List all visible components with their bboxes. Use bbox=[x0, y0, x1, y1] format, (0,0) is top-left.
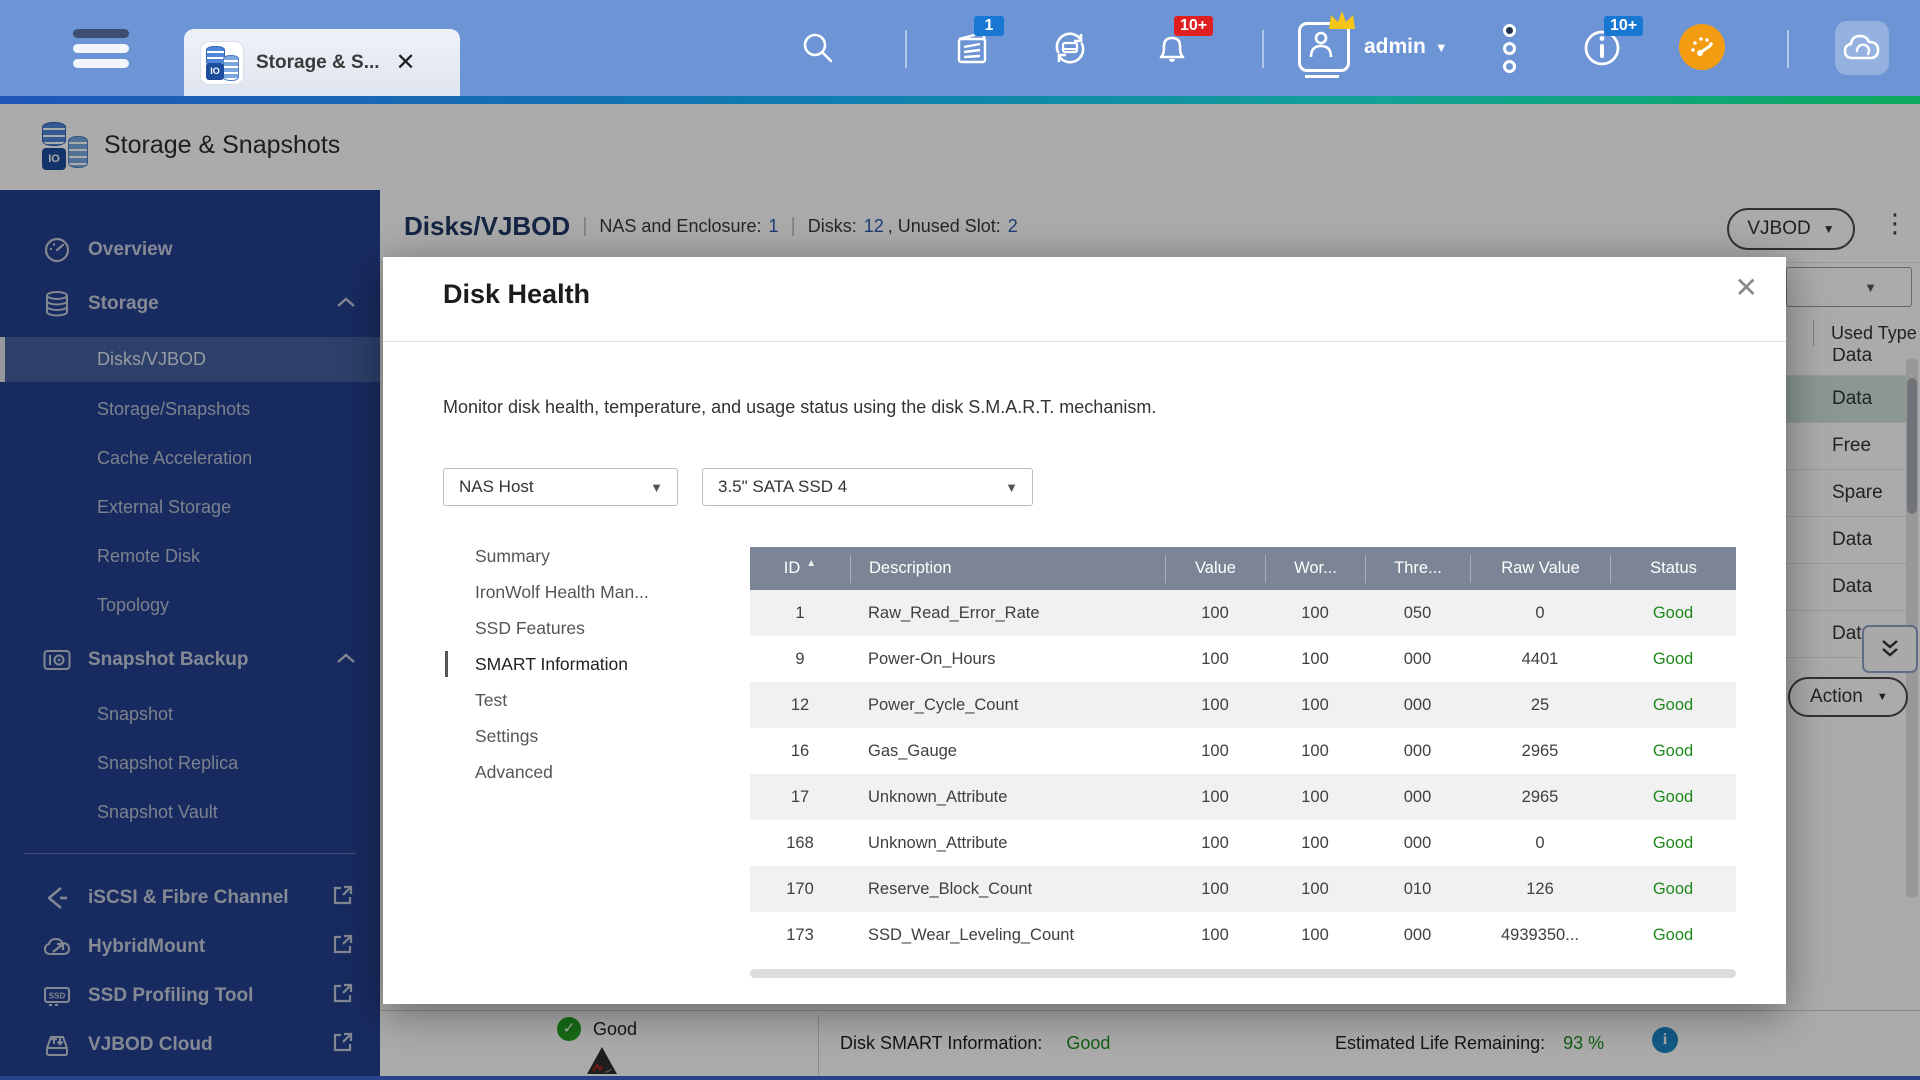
disk-select-dropdown[interactable]: 3.5" SATA SSD 4 ▼ bbox=[702, 468, 1033, 506]
main-menu-icon[interactable] bbox=[73, 29, 131, 69]
resource-monitor-icon[interactable] bbox=[1679, 24, 1725, 70]
chevron-down-icon: ▼ bbox=[1434, 39, 1448, 55]
system-info-icon[interactable]: 10+ bbox=[1578, 16, 1644, 72]
search-icon[interactable] bbox=[794, 24, 842, 72]
column-header-raw-value[interactable]: Raw Value bbox=[1470, 554, 1610, 583]
menu-item-ssd-features[interactable]: SSD Features bbox=[475, 610, 649, 646]
more-options-icon[interactable] bbox=[1496, 24, 1526, 74]
column-header-threshold[interactable]: Thre... bbox=[1365, 554, 1470, 583]
disk-health-dialog: Disk Health ✕ Monitor disk health, tempe… bbox=[383, 257, 1786, 1004]
topbar-divider bbox=[905, 30, 907, 68]
avatar bbox=[1298, 11, 1355, 78]
menu-item-test[interactable]: Test bbox=[475, 682, 649, 718]
menu-item-settings[interactable]: Settings bbox=[475, 718, 649, 754]
menu-item-ironwolf[interactable]: IronWolf Health Man... bbox=[475, 574, 649, 610]
user-menu[interactable]: admin ▼ bbox=[1298, 11, 1448, 78]
column-header-status[interactable]: Status bbox=[1610, 554, 1736, 583]
column-header-worst[interactable]: Wor... bbox=[1265, 554, 1365, 583]
notifications-bell-icon[interactable]: 10+ bbox=[1148, 16, 1214, 72]
column-header-description[interactable]: Description bbox=[850, 554, 1165, 583]
table-row[interactable]: 173 SSD_Wear_Leveling_Count 100 100 000 49393… bbox=[750, 912, 1736, 958]
table-row[interactable]: 168 Unknown_Attribute 100 100 000 0 Good bbox=[750, 820, 1736, 866]
table-row[interactable]: 12 Power_Cycle_Count 100 100 000 25 Good bbox=[750, 682, 1736, 728]
chevron-down-icon: ▼ bbox=[650, 479, 663, 495]
table-row[interactable]: 9 Power-On_Hours 100 100 000 4401 Good bbox=[750, 636, 1736, 682]
column-header-value[interactable]: Value bbox=[1165, 554, 1265, 583]
storage-app-icon: IO bbox=[200, 40, 244, 85]
tab-close-icon[interactable]: ✕ bbox=[396, 48, 416, 77]
dialog-title: Disk Health bbox=[443, 279, 591, 309]
brand-gradient-bar bbox=[0, 96, 1920, 104]
table-row[interactable]: 17 Unknown_Attribute 100 100 000 2965 Good bbox=[750, 774, 1736, 820]
table-row[interactable]: 16 Gas_Gauge 100 100 000 2965 Good bbox=[750, 728, 1736, 774]
topbar-divider bbox=[1787, 30, 1789, 68]
menu-item-advanced[interactable]: Advanced bbox=[475, 754, 649, 790]
dialog-description: Monitor disk health, temperature, and us… bbox=[443, 397, 1157, 417]
table-row[interactable]: 1 Raw_Read_Error_Rate 100 100 050 0 Good bbox=[750, 590, 1736, 636]
topbar-divider bbox=[1262, 30, 1264, 68]
sort-asc-icon: ▲ bbox=[806, 558, 817, 569]
dialog-side-menu: Summary IronWolf Health Man... SSD Featu… bbox=[445, 538, 649, 790]
table-header-row: ID ▲ Description Value Wor... Thre... Raw… bbox=[750, 547, 1736, 590]
sync-backup-icon[interactable] bbox=[1046, 24, 1094, 72]
table-row[interactable]: 170 Reserve_Block_Count 100 100 010 126 Good bbox=[750, 866, 1736, 912]
system-info-badge: 10+ bbox=[1604, 16, 1644, 36]
tab-title: Storage & S... bbox=[256, 51, 380, 73]
username: admin bbox=[1364, 35, 1426, 58]
notifications-badge: 10+ bbox=[1174, 16, 1214, 36]
qnap-app-window: IO Storage & S... ✕ 1 10+ admin ▼ 10+ IO… bbox=[0, 0, 1920, 1080]
menu-item-smart-information[interactable]: SMART Information bbox=[445, 646, 649, 682]
background-tasks-icon[interactable]: 1 bbox=[948, 16, 1004, 72]
dialog-close-icon[interactable]: ✕ bbox=[1735, 271, 1758, 304]
admin-crown-icon bbox=[1327, 9, 1357, 36]
tab-storage-snapshots[interactable]: IO Storage & S... ✕ bbox=[184, 29, 460, 96]
top-bar: IO Storage & S... ✕ 1 10+ admin ▼ 10+ bbox=[0, 0, 1920, 96]
column-header-id[interactable]: ID ▲ bbox=[750, 555, 850, 583]
host-select-dropdown[interactable]: NAS Host ▼ bbox=[443, 468, 678, 506]
chevron-down-icon: ▼ bbox=[1005, 479, 1018, 495]
table-horizontal-scrollbar[interactable] bbox=[750, 969, 1736, 978]
menu-item-summary[interactable]: Summary bbox=[475, 538, 649, 574]
tasks-badge: 1 bbox=[974, 16, 1004, 36]
myqnapcloud-icon[interactable] bbox=[1835, 21, 1889, 75]
smart-attributes-table: ID ▲ Description Value Wor... Thre... Raw… bbox=[750, 547, 1736, 958]
dialog-header-divider bbox=[383, 341, 1786, 342]
